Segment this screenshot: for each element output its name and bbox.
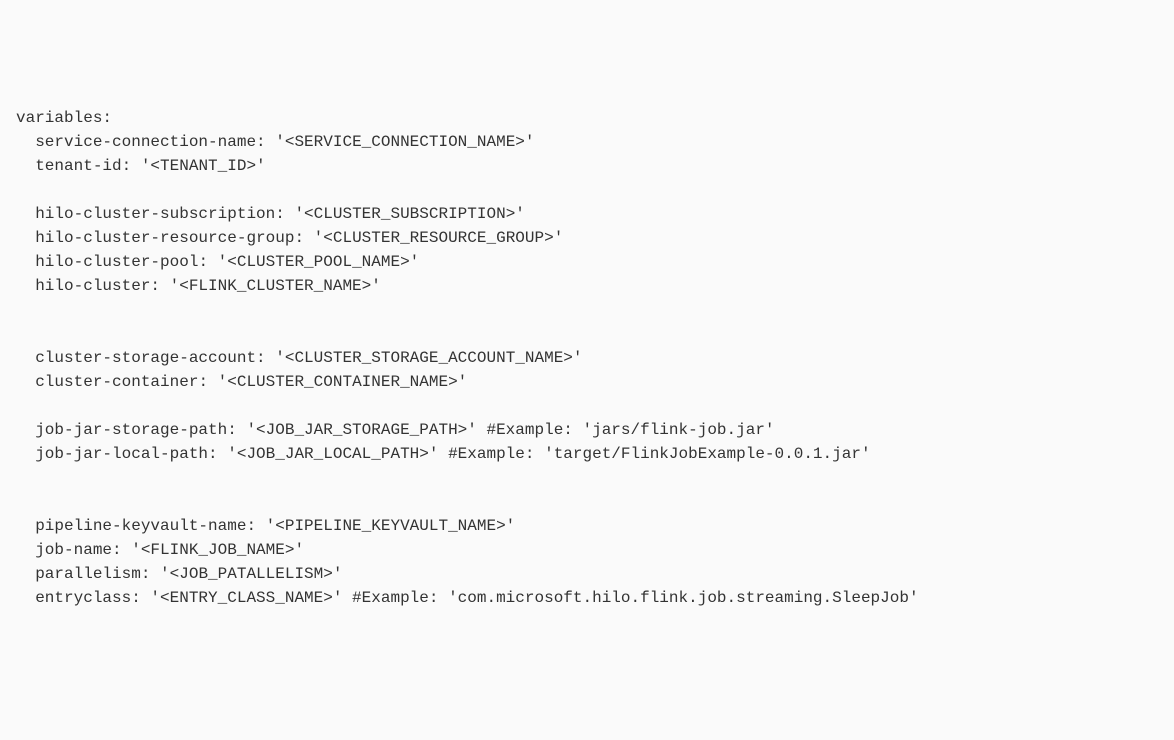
yaml-key: hilo-cluster-subscription	[35, 205, 275, 223]
yaml-value: '<CLUSTER_SUBSCRIPTION>'	[294, 205, 524, 223]
blank-line	[16, 394, 1158, 418]
yaml-value: '<JOB_JAR_STORAGE_PATH>'	[246, 421, 476, 439]
yaml-key: hilo-cluster-resource-group	[35, 229, 294, 247]
yaml-entry: entryclass: '<ENTRY_CLASS_NAME>' #Exampl…	[16, 586, 1158, 610]
blank-line	[16, 298, 1158, 322]
yaml-entry: job-name: '<FLINK_JOB_NAME>'	[16, 538, 1158, 562]
yaml-key: job-jar-local-path	[35, 445, 208, 463]
yaml-key: parallelism	[35, 565, 141, 583]
yaml-key: tenant-id	[35, 157, 121, 175]
yaml-code-block: variables:service-connection-name: '<SER…	[16, 106, 1158, 610]
yaml-key: job-jar-storage-path	[35, 421, 227, 439]
blank-line	[16, 322, 1158, 346]
yaml-key: pipeline-keyvault-name	[35, 517, 246, 535]
yaml-value: '<JOB_PATALLELISM>'	[160, 565, 342, 583]
yaml-key: job-name	[35, 541, 112, 559]
blank-line	[16, 490, 1158, 514]
blank-line	[16, 178, 1158, 202]
yaml-key: entryclass	[35, 589, 131, 607]
blank-line	[16, 466, 1158, 490]
yaml-key: hilo-cluster	[35, 277, 150, 295]
yaml-entry: service-connection-name: '<SERVICE_CONNE…	[16, 130, 1158, 154]
yaml-value: '<TENANT_ID>'	[141, 157, 266, 175]
yaml-value: '<CLUSTER_STORAGE_ACCOUNT_NAME>'	[275, 349, 582, 367]
yaml-value: '<JOB_JAR_LOCAL_PATH>'	[227, 445, 438, 463]
yaml-value: '<ENTRY_CLASS_NAME>'	[150, 589, 342, 607]
yaml-value: '<FLINK_CLUSTER_NAME>'	[170, 277, 381, 295]
yaml-value: '<FLINK_JOB_NAME>'	[131, 541, 304, 559]
yaml-comment: #Example: 'com.microsoft.hilo.flink.job.…	[342, 589, 918, 607]
yaml-entry: hilo-cluster-subscription: '<CLUSTER_SUB…	[16, 202, 1158, 226]
yaml-value: '<CLUSTER_POOL_NAME>'	[218, 253, 420, 271]
yaml-entry: job-jar-storage-path: '<JOB_JAR_STORAGE_…	[16, 418, 1158, 442]
yaml-value: '<SERVICE_CONNECTION_NAME>'	[275, 133, 534, 151]
yaml-value: '<CLUSTER_RESOURCE_GROUP>'	[314, 229, 564, 247]
yaml-entry: job-jar-local-path: '<JOB_JAR_LOCAL_PATH…	[16, 442, 1158, 466]
yaml-value: '<PIPELINE_KEYVAULT_NAME>'	[266, 517, 516, 535]
yaml-key: cluster-container	[35, 373, 198, 391]
yaml-entry: tenant-id: '<TENANT_ID>'	[16, 154, 1158, 178]
yaml-entry: pipeline-keyvault-name: '<PIPELINE_KEYVA…	[16, 514, 1158, 538]
yaml-key: hilo-cluster-pool	[35, 253, 198, 271]
yaml-value: '<CLUSTER_CONTAINER_NAME>'	[218, 373, 468, 391]
yaml-key: service-connection-name	[35, 133, 256, 151]
yaml-entry: hilo-cluster-pool: '<CLUSTER_POOL_NAME>'	[16, 250, 1158, 274]
yaml-entry: hilo-cluster-resource-group: '<CLUSTER_R…	[16, 226, 1158, 250]
yaml-entry: hilo-cluster: '<FLINK_CLUSTER_NAME>'	[16, 274, 1158, 298]
yaml-key: cluster-storage-account	[35, 349, 256, 367]
yaml-comment: #Example: 'target/FlinkJobExample-0.0.1.…	[438, 445, 870, 463]
yaml-lines: service-connection-name: '<SERVICE_CONNE…	[16, 130, 1158, 610]
yaml-comment: #Example: 'jars/flink-job.jar'	[477, 421, 775, 439]
yaml-entry: cluster-storage-account: '<CLUSTER_STORA…	[16, 346, 1158, 370]
yaml-entry: parallelism: '<JOB_PATALLELISM>'	[16, 562, 1158, 586]
yaml-entry: cluster-container: '<CLUSTER_CONTAINER_N…	[16, 370, 1158, 394]
yaml-header: variables:	[16, 106, 1158, 130]
